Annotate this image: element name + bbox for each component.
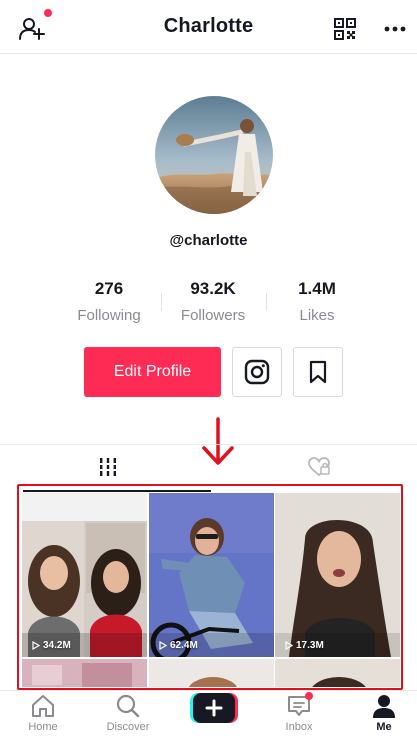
nav-me[interactable]: Me — [349, 691, 417, 736]
view-count: 34.2M — [32, 640, 71, 651]
view-count: 17.3M — [285, 640, 324, 651]
discover-icon — [116, 694, 140, 718]
stat-label: Following — [77, 307, 141, 324]
view-count: 62.4M — [159, 640, 198, 651]
view-count-text: 62.4M — [170, 640, 198, 651]
video-thumbnail-image — [275, 493, 400, 657]
video-thumbnail[interactable] — [275, 659, 400, 687]
edit-profile-button[interactable]: Edit Profile — [84, 347, 221, 397]
stat-likes[interactable]: 1.4M Likes — [262, 279, 372, 324]
video-thumbnail-image — [22, 493, 147, 657]
nav-inbox[interactable]: Inbox — [264, 691, 334, 736]
video-thumbnail[interactable]: 34.2M — [22, 493, 147, 657]
play-icon — [159, 641, 167, 650]
liked-heart-icon — [308, 457, 330, 477]
nav-label: Inbox — [285, 721, 313, 733]
play-icon — [285, 641, 293, 650]
stat-value: 1.4M — [298, 279, 336, 298]
stat-label: Followers — [180, 307, 246, 324]
nav-home[interactable]: Home — [8, 691, 78, 736]
tabs-divider — [0, 444, 417, 445]
stat-followers[interactable]: 93.2K Followers — [158, 279, 268, 324]
video-thumbnail-image — [149, 659, 274, 687]
videos-grid-icon — [98, 458, 118, 476]
home-icon — [32, 695, 54, 717]
instagram-button[interactable] — [232, 347, 282, 397]
tab-videos[interactable] — [88, 452, 128, 482]
inbox-notification-dot — [305, 692, 313, 700]
nav-discover[interactable]: Discover — [93, 691, 163, 736]
plus-icon — [190, 693, 238, 723]
more-icon — [384, 26, 406, 32]
me-icon — [373, 695, 395, 718]
more-options-button[interactable] — [378, 14, 412, 44]
qr-code-button[interactable] — [330, 14, 360, 44]
play-icon — [32, 641, 40, 650]
view-count-text: 17.3M — [296, 640, 324, 651]
stat-value: 93.2K — [190, 279, 236, 298]
video-thumbnail[interactable] — [149, 659, 274, 687]
profile-stats: 276 Following 93.2K Followers 1.4M Likes — [0, 279, 417, 329]
avatar-photo — [155, 96, 273, 214]
bookmark-icon — [309, 360, 327, 384]
video-thumbnail[interactable]: 17.3M — [275, 493, 400, 657]
annotation-arrow-icon — [202, 417, 234, 465]
stat-label: Likes — [299, 307, 335, 324]
active-tab-indicator — [23, 490, 211, 492]
nav-label: Home — [28, 721, 58, 733]
profile-avatar[interactable] — [155, 96, 273, 214]
tab-liked[interactable] — [299, 452, 339, 482]
qr-code-icon — [334, 18, 356, 40]
nav-label: Discover — [106, 721, 150, 733]
stat-value: 276 — [94, 279, 124, 298]
profile-handle: @charlotte — [169, 232, 248, 249]
video-thumbnail[interactable]: 62.4M — [149, 493, 274, 657]
video-thumbnail-image — [149, 493, 274, 657]
video-thumbnail-image — [275, 659, 400, 687]
video-thumbnail-image — [22, 659, 147, 687]
instagram-icon — [244, 359, 270, 385]
create-video-button[interactable] — [190, 692, 238, 724]
profile-header: Charlotte — [0, 0, 417, 54]
favorites-button[interactable] — [293, 347, 343, 397]
stat-following[interactable]: 276 Following — [54, 279, 164, 324]
video-thumbnail[interactable] — [22, 659, 147, 687]
view-count-text: 34.2M — [43, 640, 71, 651]
nav-label: Me — [376, 721, 392, 733]
video-grid: 34.2M 62.4M 17.3M — [22, 493, 400, 687]
